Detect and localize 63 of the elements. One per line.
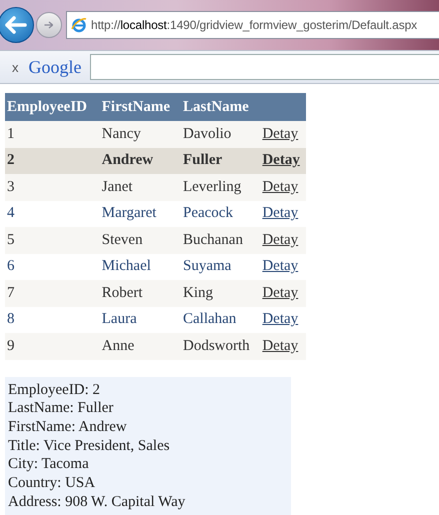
column-header: FirstName — [100, 93, 181, 121]
detail-link[interactable]: Detay — [262, 258, 298, 274]
detail-field: City: Tacoma — [8, 455, 291, 474]
table-row[interactable]: 1 Nancy Davolio Detay — [5, 121, 306, 148]
back-button[interactable] — [0, 7, 34, 43]
table-cell: Callahan — [180, 306, 260, 333]
google-logo: Google — [28, 56, 82, 78]
table-cell: Janet — [100, 174, 181, 200]
url-text: http://localhost:1490/gridview_formview_gosterim/Default.aspx — [91, 18, 418, 32]
table-cell: 4 — [5, 200, 100, 227]
detail-link[interactable]: Detay — [262, 178, 298, 195]
detail-link[interactable]: Detay — [262, 338, 298, 354]
detail-link[interactable]: Detay — [262, 311, 298, 328]
table-cell: 1 — [5, 121, 100, 148]
table-cell: Margaret — [100, 200, 181, 227]
table-cell: Steven — [100, 227, 181, 254]
detail-field: FirstName: Andrew — [8, 418, 291, 437]
forward-button[interactable] — [36, 12, 62, 38]
detail-field: Country: USA — [8, 474, 291, 493]
table-cell: Suyama — [180, 254, 260, 280]
table-cell: 7 — [5, 280, 100, 306]
table-cell: 5 — [5, 227, 100, 254]
table-row[interactable]: 2 Andrew Fuller Detay — [5, 148, 306, 174]
close-button[interactable]: x — [10, 60, 20, 74]
table-cell: 2 — [5, 148, 100, 174]
table-cell: Davolio — [180, 121, 260, 148]
left-arrow-icon — [5, 16, 27, 34]
detail-link[interactable]: Detay — [262, 284, 298, 301]
table-cell: Dodsworth — [180, 333, 260, 360]
column-header: LastName — [180, 93, 260, 121]
table-cell: Anne — [100, 333, 181, 360]
table-cell: Peacock — [180, 200, 260, 227]
table-row[interactable]: 4 Margaret Peacock Detay — [5, 200, 306, 227]
detail-link[interactable]: Detay — [262, 232, 298, 248]
table-cell: 8 — [5, 306, 100, 333]
table-cell: Buchanan — [180, 227, 260, 254]
detail-link[interactable]: Detay — [262, 205, 298, 222]
table-row[interactable]: 8 Laura Callahan Detay — [5, 306, 306, 333]
table-cell: 3 — [5, 174, 100, 200]
table-cell: Fuller — [180, 148, 260, 174]
detail-link[interactable]: Detay — [262, 152, 300, 168]
browser-logo-icon — [71, 17, 87, 33]
detail-field: LastName: Fuller — [8, 399, 291, 418]
detail-field: Address: 908 W. Capital Way — [8, 492, 291, 512]
detail-link[interactable]: Detay — [262, 126, 298, 142]
table-cell: Robert — [100, 280, 181, 306]
table-row[interactable]: 9 Anne Dodsworth Detay — [5, 333, 306, 360]
table-row[interactable]: 6 Michael Suyama Detay — [5, 254, 306, 280]
table-cell: King — [180, 280, 260, 306]
table-cell: Michael — [100, 254, 181, 280]
detail-field: EmployeeID: 2 — [8, 380, 291, 400]
table-cell: Leverling — [180, 174, 260, 200]
table-cell: 6 — [5, 254, 100, 280]
table-cell: Andrew — [100, 148, 181, 174]
detail-field: Title: Vice President, Sales — [8, 436, 291, 456]
table-cell: Laura — [100, 306, 181, 333]
address-bar[interactable]: http://localhost:1490/gridview_formview_gosterim/Default.aspx — [66, 11, 439, 39]
table-cell: Nancy — [100, 121, 181, 148]
search-field[interactable] — [90, 54, 439, 80]
column-header: EmployeeID — [5, 93, 100, 121]
table-cell: 9 — [5, 333, 100, 360]
table-row[interactable]: 3 Janet Leverling Detay — [5, 174, 306, 200]
right-arrow-icon — [43, 19, 55, 31]
